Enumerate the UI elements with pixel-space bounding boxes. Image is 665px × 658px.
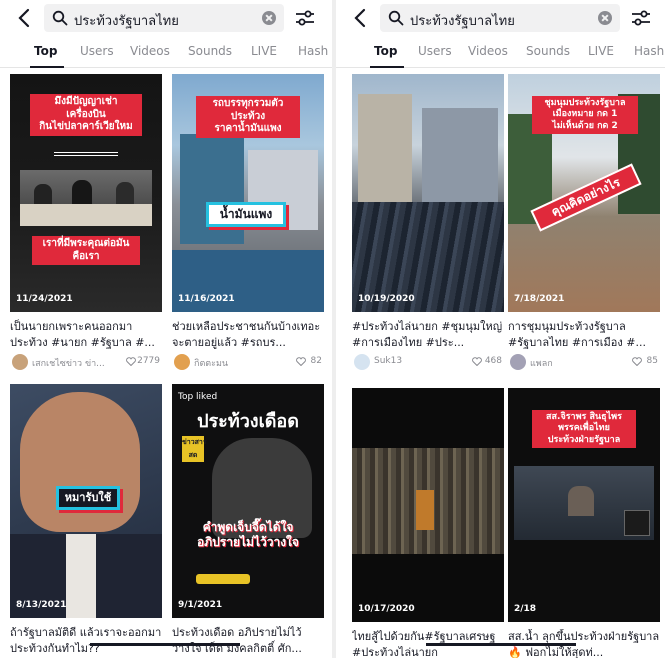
building-image (422, 108, 498, 204)
tab-videos[interactable]: Videos (130, 44, 170, 58)
video-meta: แพลก 85 (508, 354, 660, 372)
avatar[interactable] (12, 354, 28, 370)
home-indicator (90, 643, 240, 646)
search-input[interactable]: ประท้วงรัฐบาลไทย (44, 4, 284, 32)
tab-top[interactable]: Top (374, 44, 397, 58)
tab-users[interactable]: Users (80, 44, 114, 58)
video-overlay-text: เราที่มีพระคุณต่อมัน คือเรา (32, 236, 140, 265)
video-caption[interactable]: ประท้วงเดือด อภิปรายไม่ไว้วางใจ เด็ด มงค… (172, 625, 324, 657)
video-thumbnail[interactable]: 10/19/2020 (352, 74, 504, 312)
filter-sliders-icon[interactable] (630, 8, 652, 28)
heart-icon (632, 357, 642, 366)
video-thumbnail[interactable]: สส.จิราพร สินธุไพร พรรคเพื่อไทย ประท้วงฝ… (508, 388, 660, 622)
author-name[interactable]: กิตตะมน (194, 356, 274, 370)
avatar[interactable] (174, 354, 190, 370)
video-date: 11/24/2021 (16, 294, 73, 304)
video-thumbnail[interactable]: 10/17/2020 (352, 388, 504, 622)
video-caption[interactable]: #ประท้วงไล่นายก #ชุมนุมใหญ่ #การเมืองไทย… (352, 319, 504, 351)
video-meta: Suk13 468 (352, 354, 504, 372)
tab-sounds[interactable]: Sounds (526, 44, 570, 58)
active-tab-indicator (370, 66, 404, 68)
back-arrow-icon[interactable] (14, 7, 36, 29)
video-date: 7/18/2021 (514, 294, 565, 304)
tab-users[interactable]: Users (418, 44, 452, 58)
social-icons (196, 574, 250, 584)
search-tabs: Top Users Videos Sounds LIVE Hash (336, 38, 665, 68)
heart-icon (126, 357, 136, 366)
video-date: 2/18 (514, 604, 537, 614)
top-liked-badge: Top liked (178, 392, 218, 402)
video-frame-image (20, 170, 152, 226)
tab-hashtags[interactable]: Hash (634, 44, 664, 58)
like-count: 2779 (137, 356, 160, 366)
search-icon (52, 10, 68, 26)
heart-icon (296, 357, 306, 366)
search-query-text: ประท้วงรัฐบาลไทย (410, 14, 515, 29)
portrait-image (20, 392, 140, 532)
video-date: 11/16/2021 (178, 294, 235, 304)
search-tabs: Top Users Videos Sounds LIVE Hash (0, 38, 332, 68)
video-overlay-text: คำพูดเจ็บจี๊ดได้ใจ อภิปรายไม่ไว้วางใจ (197, 520, 299, 549)
video-caption[interactable]: ช่วยเหลือประชาชนกันบ้างเทอะจะตายอยู่แล้ว… (172, 319, 324, 351)
video-date: 10/17/2020 (358, 604, 415, 614)
video-thumbnail[interactable]: ชุมนุมประท้วงรัฐบาล เมืองหมาย กด 1 ไม่เห… (508, 74, 660, 312)
clear-icon[interactable] (262, 11, 276, 25)
search-query-text: ประท้วงรัฐบาลไทย (74, 14, 179, 29)
video-meta: กิตตะมน 82 (172, 354, 324, 372)
video-overlay-text: ชุมนุมประท้วงรัฐบาล เมืองหมาย กด 1 ไม่เห… (532, 96, 638, 134)
video-overlay-text: มึงมีปัญญาเช่า เครื่องบิน กินไข่ปลาคาร์เ… (30, 94, 142, 136)
tab-top[interactable]: Top (34, 44, 57, 58)
video-thumbnail[interactable]: Top liked ประท้วงเดือด ข่าวสารสด คำพูดเจ… (172, 384, 324, 618)
tab-sounds[interactable]: Sounds (188, 44, 232, 58)
like-count: 85 (646, 356, 658, 366)
filter-sliders-icon[interactable] (294, 8, 316, 28)
protester-image (416, 490, 434, 530)
search-header: ประท้วงรัฐบาลไทย (336, 0, 665, 38)
tab-live[interactable]: LIVE (588, 44, 614, 58)
video-caption[interactable]: เป็นนายกเพราะคนออกมาประท้วง #นายก #รัฐบา… (10, 319, 162, 351)
video-caption[interactable]: ถ้ารัฐบาลมัติดี แล้วเราจะออกมาประท้วงกัน… (10, 625, 162, 657)
video-overlay-label: หมารับใช้ (56, 486, 120, 510)
clear-icon[interactable] (598, 11, 612, 25)
like-count: 468 (484, 356, 502, 366)
video-thumbnail[interactable]: หมารับใช้ 8/13/2021 (10, 384, 162, 618)
decorative-lines (54, 152, 118, 156)
video-overlay-label: น้ำมันแพง (206, 202, 286, 227)
home-indicator (426, 643, 576, 646)
video-thumbnail[interactable]: มึงมีปัญญาเช่า เครื่องบิน กินไข่ปลาคาร์เ… (10, 74, 162, 312)
like-count: 82 (310, 356, 322, 366)
video-date: 8/13/2021 (16, 600, 67, 610)
video-overlay-text: สส.จิราพร สินธุไพร พรรคเพื่อไทย ประท้วงฝ… (532, 410, 636, 448)
avatar[interactable] (354, 354, 370, 370)
building-image (358, 94, 412, 204)
active-tab-indicator (30, 66, 64, 68)
video-date: 10/19/2020 (358, 294, 415, 304)
video-thumbnail[interactable]: รถบรรทุกรวมตัว ประท้วง ราคาน้ำมันแพง น้ำ… (172, 74, 324, 312)
author-name[interactable]: เสกเชไซข่าว ข่า... (32, 356, 112, 370)
video-caption[interactable]: การชุมนุมประท้วงรัฐบาล #รัฐบาลไทย #การเม… (508, 319, 660, 351)
author-name[interactable]: Suk13 (374, 356, 454, 366)
author-name[interactable]: แพลก (530, 356, 610, 370)
parliament-image (514, 466, 654, 540)
tab-live[interactable]: LIVE (251, 44, 277, 58)
heart-icon (472, 357, 482, 366)
search-icon (388, 10, 404, 26)
avatar[interactable] (510, 354, 526, 370)
tab-videos[interactable]: Videos (468, 44, 508, 58)
tab-hashtags[interactable]: Hash (298, 44, 328, 58)
truck-image (180, 134, 244, 244)
search-header: ประท้วงรัฐบาลไทย (0, 0, 332, 38)
video-meta: เสกเชไซข่าว ข่า... 2779 (10, 354, 162, 372)
shirt-image (66, 534, 96, 618)
video-overlay-title: ประท้วงเดือด (197, 411, 299, 432)
news-logo: ข่าวสารสด (182, 436, 207, 462)
search-results-panel-left: ประท้วงรัฐบาลไทย Top Users Videos Sounds… (0, 0, 332, 658)
search-input[interactable]: ประท้วงรัฐบาลไทย (380, 4, 620, 32)
back-arrow-icon[interactable] (350, 7, 372, 29)
video-date: 9/1/2021 (178, 600, 223, 610)
search-results-panel-right: ประท้วงรัฐบาลไทย Top Users Videos Sounds… (336, 0, 665, 658)
video-overlay-text: รถบรรทุกรวมตัว ประท้วง ราคาน้ำมันแพง (196, 96, 300, 138)
